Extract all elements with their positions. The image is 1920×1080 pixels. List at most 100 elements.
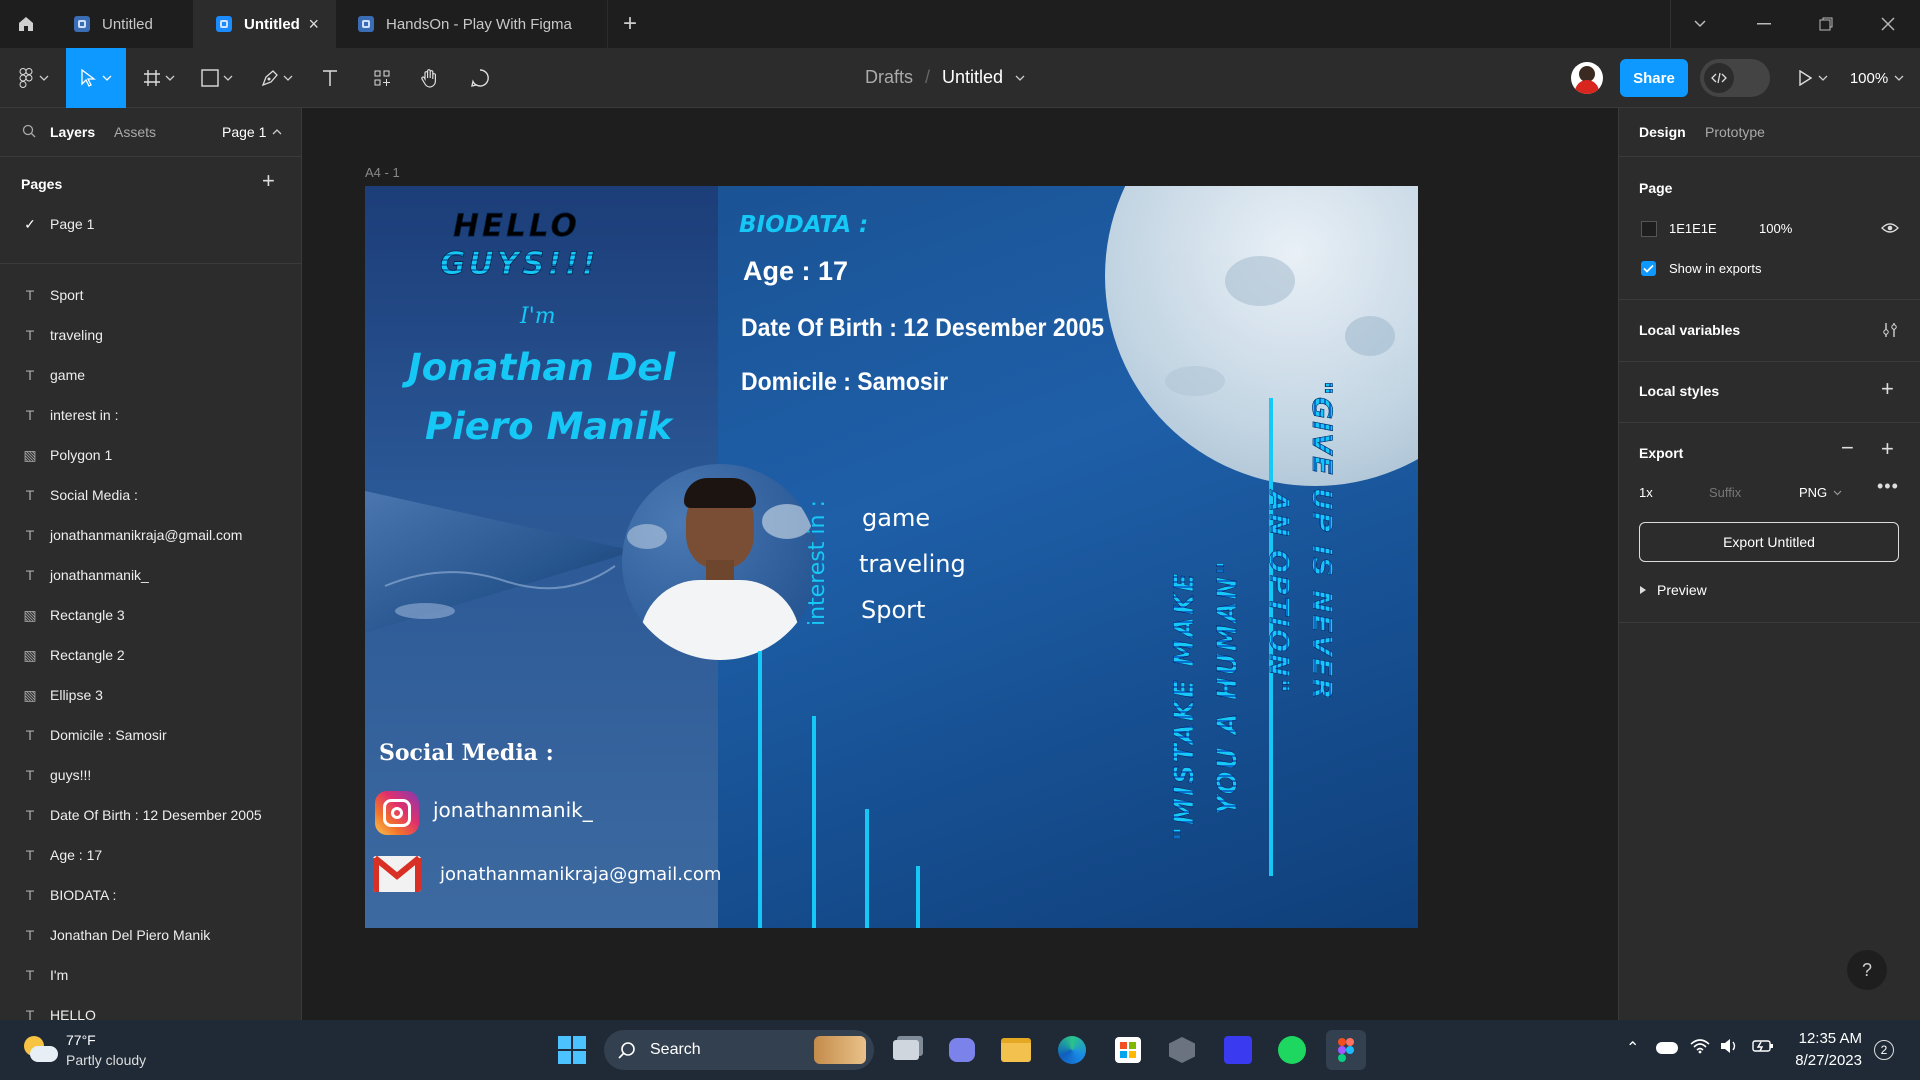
close-tab-icon[interactable]: × xyxy=(308,14,319,35)
decor-line[interactable] xyxy=(812,716,816,928)
layer-item[interactable]: T Date Of Birth : 12 Desember 2005 xyxy=(0,795,301,835)
interest-traveling[interactable]: traveling xyxy=(859,550,966,578)
tab-design[interactable]: Design xyxy=(1639,124,1686,140)
instagram-handle[interactable]: jonathanmanik_ xyxy=(433,798,593,822)
shape-tool-button[interactable] xyxy=(192,48,242,108)
start-button[interactable] xyxy=(552,1030,592,1070)
clock-date[interactable]: 8/27/2023 xyxy=(1790,1052,1862,1069)
quote-1-line-1[interactable]: "MISTAKE MAKE xyxy=(1169,571,1201,841)
close-window-button[interactable] xyxy=(1864,0,1912,48)
clock-time[interactable]: 12:35 AM xyxy=(1798,1030,1862,1047)
chevron-down-icon[interactable] xyxy=(1015,74,1025,82)
app-button-2[interactable] xyxy=(1218,1030,1258,1070)
weather-desc[interactable]: Partly cloudy xyxy=(66,1052,146,1068)
tab-layers[interactable]: Layers xyxy=(50,124,95,140)
page-item-page-1[interactable]: ✓ Page 1 xyxy=(0,204,301,244)
restore-button[interactable] xyxy=(1802,0,1850,48)
design-canvas[interactable]: A4 - 1 HELLO GUYS!!! I'm Jonathan Del Pi… xyxy=(302,108,1618,1020)
interest-sport[interactable]: Sport xyxy=(861,596,925,624)
frame-label[interactable]: A4 - 1 xyxy=(365,165,400,180)
export-button[interactable]: Export Untitled xyxy=(1639,522,1899,562)
notification-badge[interactable]: 2 xyxy=(1874,1040,1894,1060)
home-button[interactable] xyxy=(0,0,52,48)
hello-text[interactable]: HELLO xyxy=(453,208,580,245)
export-format-select[interactable]: PNG xyxy=(1799,485,1842,500)
name-line-2[interactable]: Piero Manik xyxy=(425,405,672,448)
pen-tool-button[interactable] xyxy=(252,48,302,108)
add-style-icon[interactable]: + xyxy=(1881,376,1894,402)
task-view-button[interactable] xyxy=(886,1030,926,1070)
layer-item[interactable]: T Jonathan Del Piero Manik xyxy=(0,915,301,955)
app-button-1[interactable] xyxy=(1162,1030,1202,1070)
resources-tool-button[interactable] xyxy=(362,48,402,108)
layer-item[interactable]: T I'm xyxy=(0,955,301,995)
layer-item[interactable]: Tgame xyxy=(0,355,301,395)
preview-toggle[interactable]: Preview xyxy=(1639,582,1707,598)
show-in-exports-checkbox[interactable] xyxy=(1641,261,1656,276)
name-line-1[interactable]: Jonathan Del xyxy=(408,346,675,389)
spotify-button[interactable] xyxy=(1272,1030,1312,1070)
onedrive-icon[interactable] xyxy=(1656,1042,1678,1054)
breadcrumb-drafts[interactable]: Drafts xyxy=(865,67,913,88)
layer-item[interactable]: T Domicile : Samosir xyxy=(0,715,301,755)
tab-assets[interactable]: Assets xyxy=(114,124,156,140)
decor-line[interactable] xyxy=(758,651,762,928)
layer-item[interactable]: Tjonathanmanik_ xyxy=(0,555,301,595)
quote-2-line-2[interactable]: AN OPTION" xyxy=(1263,491,1295,695)
export-suffix-input[interactable]: Suffix xyxy=(1709,485,1741,500)
decor-line[interactable] xyxy=(865,809,869,928)
tab-untitled-2[interactable]: Untitled × xyxy=(194,0,336,48)
share-button[interactable]: Share xyxy=(1620,59,1688,97)
avatar[interactable] xyxy=(1571,62,1603,94)
instagram-icon[interactable] xyxy=(375,791,419,835)
new-tab-button[interactable]: + xyxy=(612,0,648,48)
battery-icon[interactable] xyxy=(1752,1038,1774,1054)
minimize-button[interactable] xyxy=(1740,0,1788,48)
taskbar-search[interactable]: Search xyxy=(604,1030,874,1070)
edge-button[interactable] xyxy=(1052,1030,1092,1070)
weather-icon[interactable] xyxy=(22,1032,58,1068)
quote-2-line-1[interactable]: "GIVE UP IS NEVER xyxy=(1306,381,1338,702)
layer-item[interactable]: ▧ Rectangle 2 xyxy=(0,635,301,675)
gmail-icon[interactable] xyxy=(373,856,421,892)
guys-text[interactable]: GUYS!!! xyxy=(440,246,599,283)
dob-text[interactable]: Date Of Birth : 12 Desember 2005 xyxy=(741,314,1104,343)
quote-1-line-2[interactable]: YOU A HUMAN" xyxy=(1212,559,1244,816)
page-selector[interactable]: Page 1 xyxy=(222,124,282,140)
help-button[interactable]: ? xyxy=(1847,950,1887,990)
more-options-icon[interactable]: ••• xyxy=(1877,476,1899,497)
interest-label[interactable]: interest in : xyxy=(805,500,830,626)
decor-line[interactable] xyxy=(916,866,920,928)
im-text[interactable]: I'm xyxy=(520,304,556,329)
dev-mode-toggle[interactable] xyxy=(1700,59,1770,97)
social-media-title[interactable]: Social Media : xyxy=(379,740,554,766)
chevron-up-icon[interactable]: ⌃ xyxy=(1626,1038,1639,1058)
layer-item[interactable]: T Social Media : xyxy=(0,475,301,515)
layer-item[interactable]: Tinterest in : xyxy=(0,395,301,435)
variables-settings-icon[interactable] xyxy=(1881,321,1899,339)
interest-game[interactable]: game xyxy=(862,504,930,532)
figma-taskbar-button[interactable] xyxy=(1326,1030,1366,1070)
file-name[interactable]: Untitled xyxy=(942,67,1003,88)
tab-untitled-1[interactable]: Untitled xyxy=(52,0,194,48)
add-export-icon[interactable]: + xyxy=(1881,436,1894,462)
layer-item[interactable]: Ttraveling xyxy=(0,315,301,355)
zoom-dropdown[interactable]: 100% xyxy=(1846,48,1908,108)
page-opacity-value[interactable]: 100% xyxy=(1759,221,1792,236)
ellipse-3-profile-photo[interactable] xyxy=(622,464,818,660)
frame-tool-button[interactable] xyxy=(134,48,184,108)
present-button[interactable] xyxy=(1790,48,1836,108)
file-explorer-button[interactable] xyxy=(996,1030,1036,1070)
remove-export-icon[interactable]: − xyxy=(1841,435,1854,461)
store-button[interactable] xyxy=(1108,1030,1148,1070)
moon-image[interactable] xyxy=(1105,186,1418,486)
tab-prototype[interactable]: Prototype xyxy=(1705,124,1765,140)
teams-chat-button[interactable] xyxy=(942,1030,982,1070)
text-tool-button[interactable] xyxy=(310,48,350,108)
add-page-icon[interactable]: + xyxy=(262,168,275,194)
page-color-swatch[interactable] xyxy=(1641,221,1657,237)
layer-item[interactable]: Tjonathanmanikraja@gmail.com xyxy=(0,515,301,555)
main-menu-button[interactable] xyxy=(10,48,58,108)
layer-item[interactable]: T Age : 17 xyxy=(0,835,301,875)
layer-item[interactable]: Tguys!!! xyxy=(0,755,301,795)
